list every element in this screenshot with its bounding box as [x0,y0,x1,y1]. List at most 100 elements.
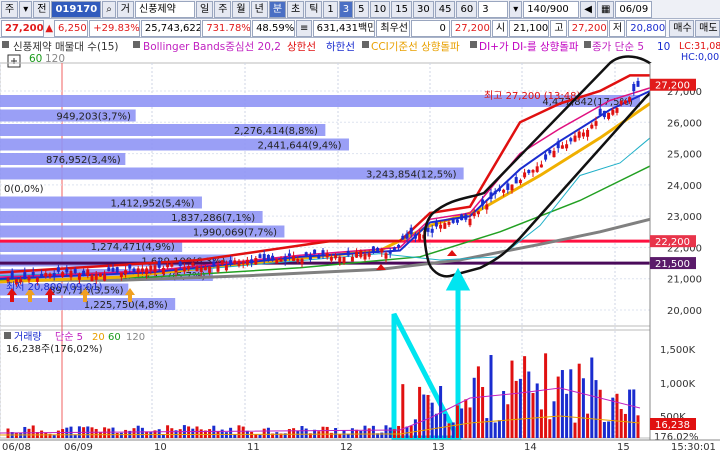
candle-body [413,234,417,239]
buy-button[interactable]: 매수 [669,19,695,37]
settings-grid-icon[interactable] [7,54,21,68]
candle-body [157,260,161,268]
interval-60[interactable]: 60 [456,0,478,18]
volume-bar [565,393,569,438]
bar-count[interactable]: 140/900 [523,0,580,18]
candle-body [103,274,107,281]
volume-bar [422,394,426,438]
candle-body [342,256,346,264]
candle-body [287,253,291,257]
candle-body [52,273,56,278]
candle-body [380,248,384,253]
volume-bar [304,428,308,438]
candle-body [31,271,35,276]
candle-body [208,266,212,273]
candle-body [258,254,262,258]
candle-body [401,235,405,240]
profile-label: 1,412,952(5,4%) [110,199,194,210]
candle-body [203,266,207,271]
candle-body [271,255,275,261]
candle-body [573,135,577,142]
candle-body [233,260,237,265]
interval-10[interactable]: 10 [369,0,391,18]
stock-code-input[interactable]: 019170 [51,0,102,18]
candle-body [317,255,321,259]
candle-body [565,144,569,149]
volume-bar [569,369,573,438]
volume-bar [493,422,497,438]
candle-body [569,138,573,142]
candle-body [178,261,182,266]
time-end-label: 15:30:01 [671,442,716,451]
candle-body [359,250,363,258]
high-label: 고 [550,19,567,37]
volume-bar [119,432,123,438]
period-month[interactable]: 월 [232,0,250,18]
calendar-icon[interactable]: ▦ [596,0,615,18]
market-button[interactable]: 전 [33,0,51,18]
prev-icon[interactable]: ◀ [580,0,596,18]
volume-bar [611,397,615,438]
legend-lower: 하한선 [326,40,355,53]
candle-body [166,264,170,268]
volume-bar [140,427,144,438]
candle-body [86,269,90,277]
candle-body [350,256,354,262]
type-button[interactable]: 거 [116,0,134,18]
volume-current: 16,238주(176,02%) [6,344,103,355]
low-annotation: 최저 20,800 (09:01) [6,281,102,293]
volume-bar [111,427,115,438]
candle-body [308,254,312,260]
code-type-button[interactable]: 주 [1,0,19,18]
interval-3[interactable]: 3 [338,0,354,18]
candle-body [245,259,249,265]
date-field[interactable]: 06/09 [615,0,653,18]
volume-bar [170,428,174,438]
volume-bar [586,413,590,438]
profile-label: 1,837,286(7,1%) [171,213,255,224]
volume-bar [535,383,539,438]
candle-body [329,256,333,261]
list-icon[interactable]: ≡ [295,19,312,37]
interval-15[interactable]: 15 [391,0,413,18]
search-icon[interactable]: ⌕ [102,0,116,18]
volume-bar [548,419,552,438]
candle-body [283,256,287,262]
interval-input[interactable]: 3 [478,0,509,18]
interval-45[interactable]: 45 [434,0,456,18]
volume-bar [115,432,119,438]
volume-bar [338,434,342,438]
period-year[interactable]: 년 [250,0,268,18]
candle-body [535,166,539,172]
low-label: 저 [608,19,626,37]
candle-body [73,269,77,274]
sell-button[interactable]: 매도 [695,19,720,37]
interval-30[interactable]: 30 [413,0,434,18]
volume-bar [191,428,195,438]
volume-bar [581,378,585,438]
dropdown-arrow-icon[interactable]: ▾ [19,0,33,18]
period-day[interactable]: 일 [196,0,214,18]
period-second[interactable]: 초 [287,0,305,18]
legend-upper: 상한선 [287,41,316,53]
candle-body [250,259,254,264]
volume-bar [544,353,548,438]
period-tick[interactable]: 틱 [305,0,323,18]
lc-label: LC:31,08 [679,41,720,52]
price-chart[interactable]: 신풍제약 매물대 수(15) Bollinger Bands중심선 20,2 상… [0,38,720,451]
candle-body [611,109,615,115]
price-tag-label: 27,200 [655,81,690,92]
turnover-percent: 731.78% [202,19,252,37]
candle-body [476,211,480,215]
candle-body [376,247,380,253]
interval-1[interactable]: 1 [323,0,338,18]
volume-tick-label: 1,500K [660,345,696,356]
interval-5[interactable]: 5 [354,0,369,18]
period-minute[interactable]: 분 [268,0,287,18]
candle-body [119,272,123,278]
legend-ma: 종가 단순 5 [592,41,644,53]
interval-dropdown-icon[interactable]: ▾ [509,0,523,18]
period-week[interactable]: 주 [214,0,232,18]
volume-bar [195,426,199,438]
high-price: 27,200 [567,19,608,37]
